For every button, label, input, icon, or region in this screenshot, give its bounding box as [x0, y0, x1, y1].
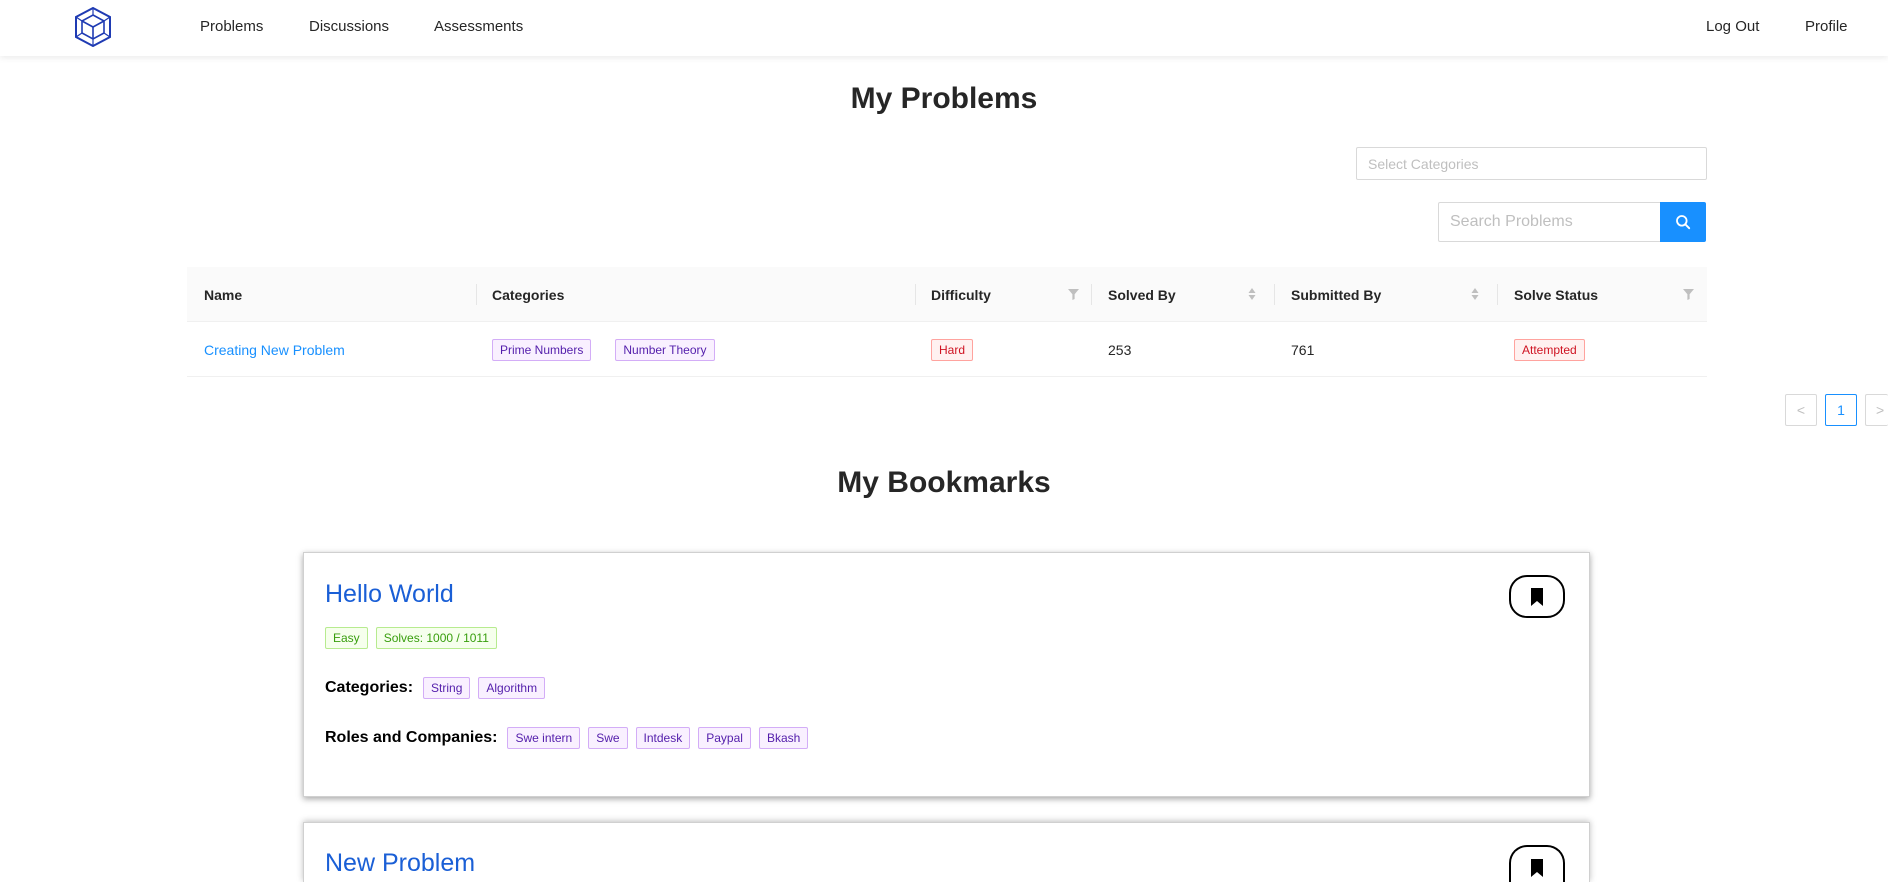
category-tag: Prime Numbers [492, 338, 592, 361]
roles-label: Roles and Companies: [325, 729, 498, 746]
card-meta-row: Easy Solves: 1000 / 1011 [325, 627, 497, 649]
solve-status: Attempted [1514, 322, 1585, 377]
search-icon [1676, 215, 1691, 230]
category-tag: Number Theory [615, 338, 715, 361]
problem-categories: Prime Numbers Number Theory [492, 322, 715, 377]
col-name: Name [204, 286, 243, 303]
category-tag: Algorithm [478, 677, 546, 699]
bookmark-icon [1531, 587, 1543, 606]
chevron-left-icon: < [1796, 402, 1806, 418]
submitted-by-sort-icon[interactable] [1471, 287, 1479, 301]
difficulty-filter-icon[interactable] [1068, 289, 1079, 300]
difficulty-tag: Hard [931, 338, 974, 361]
my-bookmarks-title: My Bookmarks [837, 466, 1051, 499]
role-tag: Swe [588, 727, 628, 749]
role-tag: Intdesk [635, 727, 691, 749]
col-difficulty: Difficulty [931, 286, 991, 303]
card-categories-row: Categories: String Algorithm [325, 677, 546, 699]
categories-label: Categories: [325, 679, 414, 696]
col-divider [1091, 284, 1092, 305]
top-navbar: Problems Discussions Assessments Log Out… [0, 0, 1888, 56]
col-divider [476, 284, 477, 305]
table-row: Creating New Problem Prime Numbers Numbe… [187, 322, 1707, 377]
col-solved-by[interactable]: Solved By [1108, 267, 1176, 322]
cube-logo-icon[interactable] [74, 7, 112, 47]
role-tag: Paypal [698, 727, 751, 749]
submitted-by-value: 761 [1291, 341, 1315, 358]
pagination-prev-button[interactable]: < [1785, 394, 1817, 426]
problems-table: Name Categories Difficulty Solved By Sub… [187, 267, 1707, 377]
col-solve-status: Solve Status [1514, 286, 1599, 303]
difficulty-tag: Easy [325, 627, 368, 649]
my-problems-title: My Problems [850, 82, 1038, 115]
solved-by-value: 253 [1108, 341, 1132, 358]
search-problems-input[interactable] [1438, 202, 1660, 242]
bookmark-icon [1531, 859, 1543, 877]
bookmark-card: New Problem [303, 822, 1590, 882]
chevron-right-icon: > [1876, 402, 1885, 418]
col-submitted-by[interactable]: Submitted By [1291, 267, 1381, 322]
bookmark-button[interactable] [1509, 575, 1565, 618]
bookmark-button[interactable] [1509, 845, 1565, 882]
col-divider [915, 284, 916, 305]
bookmark-card: Hello World Easy Solves: 1000 / 1011 Cat… [303, 552, 1590, 797]
col-divider [1497, 284, 1498, 305]
solves-tag: Solves: 1000 / 1011 [375, 627, 497, 649]
nav-discussions-link[interactable]: Discussions [309, 18, 389, 35]
table-header: Name Categories Difficulty Solved By Sub… [187, 267, 1707, 322]
card-roles-row: Roles and Companies: Swe intern Swe Intd… [325, 727, 809, 749]
nav-profile-link[interactable]: Profile [1805, 18, 1848, 35]
problem-name[interactable]: Creating New Problem [204, 342, 345, 358]
problem-name-link[interactable]: Creating New Problem [204, 322, 345, 377]
pagination-page-1[interactable]: 1 [1825, 394, 1857, 426]
nav-problems-link[interactable]: Problems [200, 18, 263, 35]
solved-by-sort-icon[interactable] [1248, 287, 1256, 301]
category-select-placeholder: Select Categories [1368, 155, 1479, 172]
solve-status-filter-icon[interactable] [1683, 289, 1694, 300]
nav-logout-link[interactable]: Log Out [1706, 18, 1759, 35]
card-title-link[interactable]: Hello World [325, 580, 454, 609]
card-title-link[interactable]: New Problem [325, 849, 475, 878]
pagination-next-button[interactable]: > [1865, 394, 1888, 426]
role-tag: Swe intern [507, 727, 581, 749]
category-select[interactable]: Select Categories [1356, 147, 1707, 180]
problem-difficulty: Hard [931, 322, 974, 377]
col-divider [1274, 284, 1275, 305]
status-badge: Attempted [1514, 338, 1585, 361]
role-tag: Bkash [758, 727, 809, 749]
search-button[interactable] [1660, 202, 1706, 242]
nav-assessments-link[interactable]: Assessments [434, 18, 523, 35]
col-categories: Categories [492, 286, 565, 303]
category-tag: String [423, 677, 471, 699]
